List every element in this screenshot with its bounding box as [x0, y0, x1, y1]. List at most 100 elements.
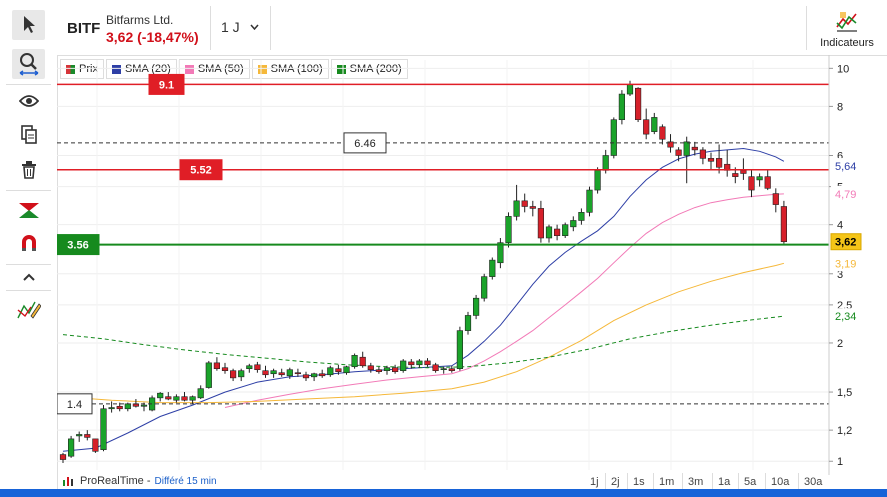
- candle-body: [456, 330, 464, 370]
- candle-body: [537, 208, 545, 239]
- period-value: 1 J: [221, 19, 240, 35]
- source-label: ProRealTime -: [80, 475, 151, 487]
- period-selector[interactable]: 1 J: [221, 19, 259, 35]
- candle-body: [230, 370, 237, 379]
- pencil-icon[interactable]: [12, 294, 45, 324]
- candle-body: [756, 176, 763, 181]
- prorealtime-logo-icon: [63, 477, 73, 486]
- sma-line: [62, 315, 784, 369]
- range-button[interactable]: 1m: [659, 476, 674, 488]
- candle-body: [626, 84, 634, 95]
- price-line-label: 9.1: [159, 79, 174, 91]
- range-button[interactable]: 30a: [804, 476, 822, 488]
- candle-body: [643, 119, 650, 135]
- price-line-label: 5.52: [190, 165, 211, 177]
- delay-label: Différé 15 min: [154, 475, 217, 487]
- candle-body: [270, 370, 277, 375]
- left-toolbar: [0, 0, 58, 497]
- range-button[interactable]: 1s: [633, 476, 645, 488]
- candle-body: [286, 369, 293, 377]
- candle-body: [319, 373, 326, 377]
- candle-body: [594, 170, 601, 191]
- candle-body: [359, 356, 366, 367]
- price-lines: 9.1 6.46 5.52 3.56 1.4: [57, 73, 829, 415]
- ticker-symbol: BITF: [67, 20, 101, 37]
- candle-body: [173, 396, 180, 401]
- eye-icon[interactable]: [12, 86, 45, 116]
- price-chart[interactable]: 9.16.465.523.561.4 10865432,521,51,21 5,…: [57, 55, 887, 475]
- candle-body: [780, 206, 787, 243]
- indicators-button[interactable]: Indicateurs: [809, 8, 885, 52]
- candle-body: [165, 396, 172, 400]
- zoom-icon[interactable]: [12, 49, 45, 79]
- candle-body: [440, 368, 447, 371]
- candle-body: [691, 146, 698, 151]
- y-tick-label: 4: [837, 220, 843, 232]
- candle-body: [302, 374, 310, 379]
- candle-body: [699, 149, 706, 159]
- last-quote: 3,62 (-18,47%): [106, 29, 199, 45]
- candle-body: [497, 242, 504, 264]
- candle-body: [659, 126, 666, 140]
- range-button[interactable]: 10a: [771, 476, 789, 488]
- sma-line: [62, 262, 785, 404]
- copy-icon[interactable]: [12, 120, 45, 150]
- candle-body: [351, 355, 358, 368]
- candle-body: [311, 373, 318, 378]
- candle-body: [578, 212, 585, 221]
- candle-body: [683, 141, 690, 156]
- candle-body: [59, 454, 67, 460]
- y-tick-label: 2: [837, 338, 843, 350]
- candle-body: [472, 297, 480, 316]
- candle-body: [570, 220, 577, 228]
- candle-body: [335, 368, 342, 373]
- indicators-icon: [836, 12, 857, 32]
- candle-body: [732, 173, 739, 177]
- candle-body: [262, 370, 269, 376]
- candle-body: [375, 369, 383, 373]
- candle-body: [707, 158, 715, 162]
- candle-body: [205, 362, 212, 388]
- range-button[interactable]: 1a: [718, 476, 730, 488]
- y-tick-label: 8: [837, 101, 843, 113]
- magnet-icon[interactable]: [12, 228, 45, 258]
- candle-body: [383, 367, 391, 371]
- candle-body: [343, 366, 350, 374]
- candle-body: [238, 370, 245, 378]
- candle-body: [124, 403, 131, 410]
- trend-icon[interactable]: [12, 195, 45, 225]
- y-tick-label: 1,5: [837, 387, 852, 399]
- candle-body: [246, 365, 253, 370]
- y-tick-label: 1,2: [837, 425, 852, 437]
- trash-icon[interactable]: [12, 155, 45, 185]
- candle-body: [294, 372, 302, 375]
- candle-body: [408, 361, 415, 366]
- candle-body: [213, 362, 221, 370]
- sma-line: [62, 147, 785, 452]
- candle-body: [432, 364, 439, 371]
- range-button[interactable]: 5a: [744, 476, 756, 488]
- candle-body: [181, 396, 188, 401]
- chevron-up-icon[interactable]: [12, 262, 45, 292]
- candle-body: [140, 404, 148, 407]
- candle-body: [545, 226, 553, 239]
- candle-body: [278, 372, 285, 376]
- candle-body: [562, 224, 569, 236]
- indicators-label: Indicateurs: [820, 37, 874, 49]
- price-line-label: 3.56: [67, 240, 88, 252]
- candle-body: [157, 392, 164, 399]
- candle-body: [610, 119, 617, 156]
- candle-body: [740, 170, 747, 174]
- candle-body: [189, 396, 196, 401]
- range-button[interactable]: 1j: [590, 476, 599, 488]
- candle-body: [618, 93, 625, 121]
- range-button[interactable]: 2j: [611, 476, 620, 488]
- price-line-label: 1.4: [67, 399, 82, 411]
- cursor-icon[interactable]: [12, 10, 45, 40]
- candle-body: [772, 193, 779, 205]
- range-button[interactable]: 3m: [688, 476, 703, 488]
- candle-body: [424, 360, 431, 366]
- candle-body: [254, 364, 261, 370]
- candle-body: [748, 176, 755, 191]
- candlesticks: [59, 80, 787, 463]
